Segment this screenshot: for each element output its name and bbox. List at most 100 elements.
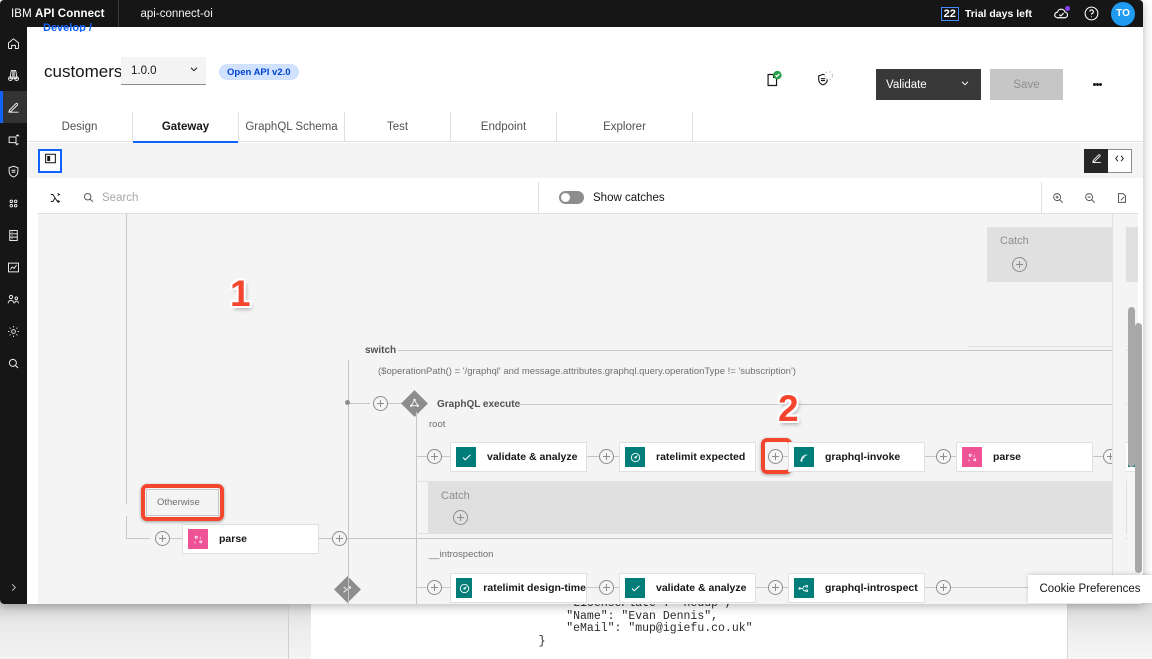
sidebar-item-search[interactable] [0,347,27,379]
add-catch-button[interactable] [453,510,468,525]
chart-line-icon [6,260,21,275]
flow-edge [587,587,599,588]
editor-mode-button[interactable] [1084,149,1108,173]
add-policy-button[interactable] [332,531,347,546]
rail-expand-button[interactable] [0,574,27,604]
policy-node-graphql-invoke[interactable]: graphql-invoke [788,442,925,472]
tab-endpoint[interactable]: Endpoint [451,112,557,142]
catch-block-root[interactable]: Catch [428,482,1127,533]
canvas-vertical-scrollbar[interactable] [1128,307,1135,467]
add-policy-button[interactable] [599,449,614,464]
cloud-notification-icon[interactable] [1046,0,1076,27]
cookie-preferences-button[interactable]: Cookie Preferences [1028,575,1152,603]
avatar[interactable]: TO [1111,1,1135,26]
flow-edge [1093,456,1103,457]
add-policy-button[interactable] [936,580,951,595]
validate-label: Validate [886,78,927,91]
otherwise-branch-label[interactable]: Otherwise [146,489,219,516]
tab-explorer[interactable]: Explorer [557,112,693,142]
policy-node-validate-analyze-root[interactable]: validate & analyze [450,442,587,472]
add-policy-button-highlighted[interactable] [768,449,783,464]
graphql-icon [409,398,420,409]
background-gutter [289,596,311,659]
source-mode-button[interactable] [1108,149,1132,173]
add-policy-button[interactable] [427,580,442,595]
add-policy-button[interactable] [936,449,951,464]
branch-dot [345,400,350,405]
canvas-options-bar: Show catches [38,181,1138,214]
chevron-down-icon [959,77,971,92]
policy-node-parse-root[interactable]: 1 x parse [956,442,1093,472]
shuffle-icon[interactable] [38,182,74,214]
sidebar-item-develop[interactable] [0,91,27,123]
gauge-icon [625,447,645,467]
introspection-branch-label: __introspection [429,549,494,560]
svg-text:1: 1 [199,534,201,539]
code-line-2: "Name": "Evan Dennis", [511,609,719,623]
validate-button[interactable]: Validate [876,69,981,100]
topbar-actions: 22 Trial days left TO [940,0,1143,27]
policy-node-validate-analyze-introspection[interactable]: validate & analyze [619,573,756,603]
add-policy-button[interactable] [599,580,614,595]
save-button[interactable]: Save [990,69,1063,100]
show-catches-control[interactable]: Show catches [559,191,665,204]
sidebar-item-members[interactable] [0,283,27,315]
tab-design[interactable]: Design [27,112,133,142]
tab-test[interactable]: Test [345,112,451,142]
sidebar-item-manage[interactable] [0,123,27,155]
check-icon [625,578,645,598]
side-panel-toggle-button[interactable] [38,149,62,173]
sidebar-item-apps[interactable] [0,187,27,219]
fit-to-screen-icon[interactable] [1106,182,1138,214]
trial-status: 22 Trial days left [940,6,1032,21]
graphql-execute-node[interactable] [401,390,428,417]
help-circle-icon[interactable] [1076,0,1106,27]
version-select[interactable]: 1.0.0 [121,57,206,85]
add-policy-button[interactable] [427,449,442,464]
tab-gateway[interactable]: Gateway [133,112,239,143]
flow-spine-switch [348,360,349,604]
policy-label: parse [993,451,1022,463]
sidebar-item-explore[interactable] [0,59,27,91]
shield-icon [6,164,21,179]
show-catches-toggle[interactable] [559,191,584,204]
home-icon [6,36,21,51]
gear-icon [6,324,21,339]
gateway-flow-canvas[interactable]: Otherwise 1 1 x parse switch ($operation… [38,214,1138,604]
page-vertical-scrollbar[interactable] [1135,323,1142,573]
left-navigation-rail [0,27,27,604]
zoom-in-icon[interactable] [1042,182,1074,214]
sidebar-item-settings[interactable] [0,315,27,347]
add-policy-button[interactable] [373,396,388,411]
add-catch-button[interactable] [1012,257,1027,272]
brand-prefix: IBM [11,7,36,20]
search-input[interactable] [102,182,522,213]
policy-label: parse [219,533,248,545]
kebab-menu-icon[interactable] [1085,71,1109,98]
breadcrumb[interactable]: Develop / [43,22,163,32]
org-name[interactable]: api-connect-oi [119,8,213,20]
main-content: Develop / customers 1.0.0 Open API v2.0 [27,22,1143,604]
flow-edge [442,587,450,588]
document-validated-icon[interactable] [763,69,789,95]
sidebar-item-security[interactable] [0,155,27,187]
policy-label: graphql-introspect [825,582,918,594]
flow-edge [348,403,370,404]
policy-node-parse-otherwise[interactable]: 1 x parse [182,524,319,554]
sidebar-item-analytics[interactable] [0,251,27,283]
api-status-icons [745,67,855,97]
zoom-out-icon[interactable] [1074,182,1106,214]
catch-label: Catch [1000,235,1029,247]
policy-label: ratelimit expected [656,451,746,463]
tab-graphql-schema[interactable]: GraphQL Schema [239,112,345,142]
add-policy-button[interactable] [155,531,170,546]
add-policy-button[interactable] [768,580,783,595]
tab-bar: Design Gateway GraphQL Schema Test Endpo… [27,112,1143,143]
brand-title[interactable]: IBM API Connect [0,8,105,20]
policy-node-graphql-introspect[interactable]: graphql-introspect [788,573,925,603]
policy-node-ratelimit-expected[interactable]: ratelimit expected [619,442,756,472]
sidebar-item-catalogs[interactable] [0,219,27,251]
shield-pending-icon[interactable] [811,69,837,95]
policy-node-ratelimit-design-time[interactable]: ratelimit design-time [450,573,587,603]
sidebar-item-home[interactable] [0,27,27,59]
